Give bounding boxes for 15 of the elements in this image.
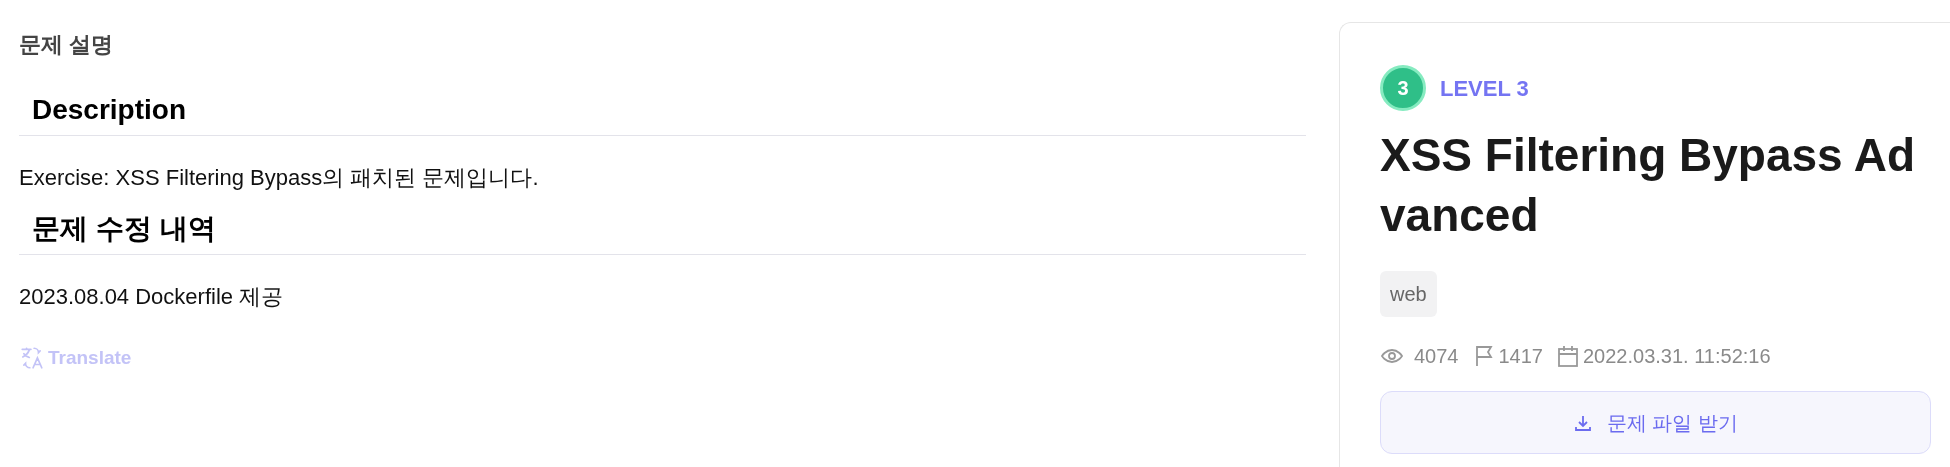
- section-text: Exercise: XSS Filtering Bypass의 패치된 문제입니다.: [19, 165, 539, 191]
- download-button[interactable]: 문제 파일 받기: [1380, 391, 1931, 454]
- section-text: 2023.08.04 Dockerfile 제공: [19, 284, 284, 310]
- section-heading: Description: [32, 94, 187, 126]
- level-label: LEVEL 3: [1440, 74, 1529, 103]
- level-badge: 3: [1380, 65, 1426, 111]
- view-count: 4074: [1414, 344, 1459, 369]
- created-date: 2022.03.31. 11:52:16: [1583, 344, 1771, 369]
- solve-count: 1417: [1498, 344, 1543, 369]
- calendar-icon: [1557, 344, 1579, 368]
- tag: web: [1380, 271, 1437, 317]
- section-heading: 문제 수정 내역: [32, 213, 216, 245]
- section-title: 문제 설명: [19, 31, 114, 59]
- challenge-title: XSS Filtering Bypass Advanced: [1380, 128, 1917, 243]
- translate-icon: [19, 345, 45, 372]
